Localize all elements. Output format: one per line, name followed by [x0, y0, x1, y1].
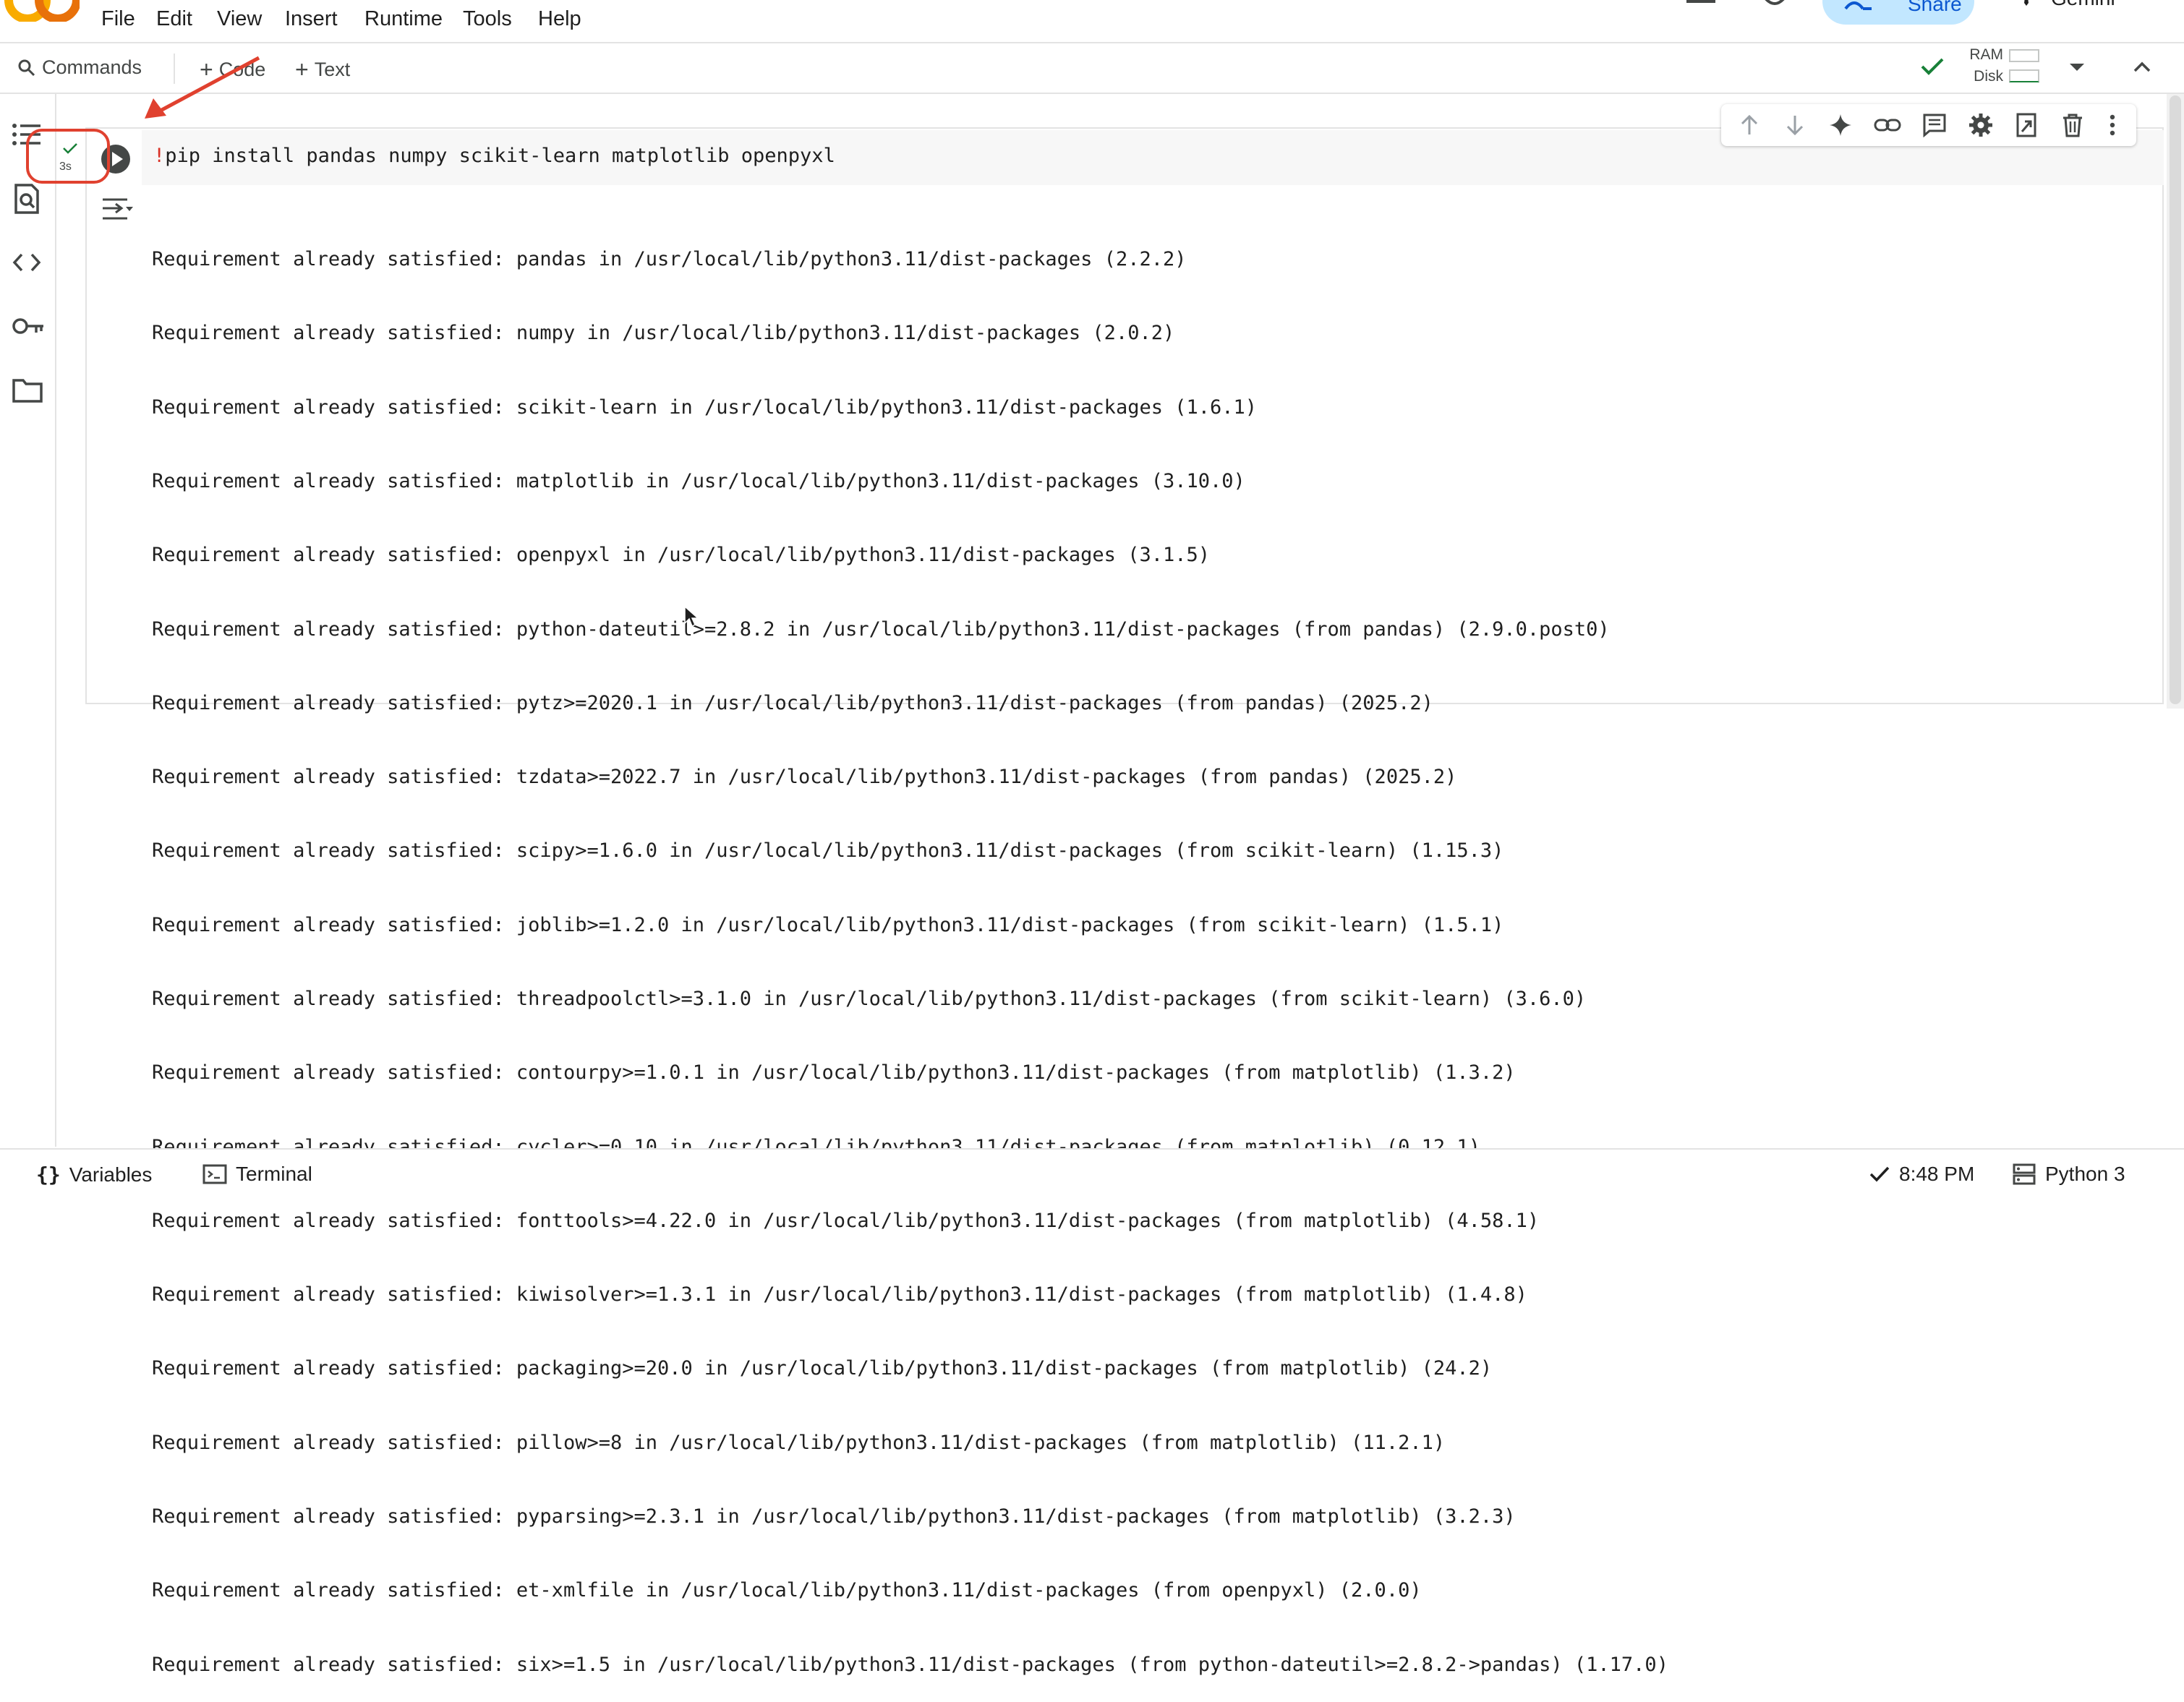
- output-line: Requirement already satisfied: pytz>=202…: [152, 691, 1433, 714]
- output-line: Requirement already satisfied: et-xmlfil…: [152, 1579, 1422, 1602]
- mirror-cell-icon[interactable]: [2015, 113, 2039, 137]
- move-up-icon[interactable]: [1737, 113, 1762, 137]
- disk-label: Disk: [1974, 68, 2003, 85]
- menu-file[interactable]: File: [101, 7, 135, 31]
- more-vert-icon[interactable]: [2105, 113, 2120, 137]
- code-snippets-icon[interactable]: [12, 252, 42, 273]
- connected-check-icon: [1919, 55, 1945, 78]
- output-line: Requirement already satisfied: openpyxl …: [152, 544, 1210, 567]
- variables-button[interactable]: {} Variables: [36, 1163, 152, 1186]
- text-label: Text: [314, 59, 351, 80]
- shell-bang: !: [153, 145, 166, 167]
- check-icon: [1869, 1166, 1890, 1182]
- output-line: Requirement already satisfied: threadpoo…: [152, 988, 1587, 1010]
- output-line: Requirement already satisfied: pyparsing…: [152, 1505, 1516, 1528]
- output-line: Requirement already satisfied: six>=1.5 …: [152, 1653, 1668, 1676]
- menu-help[interactable]: Help: [538, 7, 581, 31]
- commands-label: Commands: [42, 56, 142, 78]
- gemini-sparkle-icon[interactable]: [1828, 113, 1853, 137]
- left-sidebar: [0, 94, 56, 1147]
- settings-gear-icon[interactable]: [1759, 0, 1791, 10]
- code-text[interactable]: !pip install pandas numpy scikit-learn m…: [153, 145, 835, 167]
- terminal-button[interactable]: Terminal: [202, 1163, 312, 1186]
- terminal-icon: [202, 1164, 227, 1184]
- output-line: Requirement already satisfied: pandas in…: [152, 248, 1187, 271]
- cell-toolbar: [1721, 104, 2136, 146]
- gemini-sparkle-icon: [2024, 0, 2029, 6]
- output-line: Requirement already satisfied: scikit-le…: [152, 395, 1258, 419]
- mouse-cursor-icon: [684, 606, 700, 629]
- colab-logo[interactable]: [0, 0, 80, 22]
- menu-tools[interactable]: Tools: [463, 7, 512, 31]
- comment-icon[interactable]: [1922, 113, 1947, 137]
- share-button[interactable]: Share: [1822, 0, 1974, 25]
- output-line: Requirement already satisfied: tzdata>=2…: [152, 766, 1457, 789]
- collapse-chevron-icon[interactable]: [2132, 58, 2152, 75]
- link-icon[interactable]: [1874, 113, 1901, 137]
- move-down-icon[interactable]: [1783, 113, 1807, 137]
- share-person-icon: [1844, 1, 1872, 10]
- delete-icon[interactable]: [2060, 113, 2085, 137]
- output-line: Requirement already satisfied: joblib>=1…: [152, 913, 1504, 936]
- output-line: Requirement already satisfied: packaging…: [152, 1357, 1493, 1380]
- plus-icon: +: [295, 56, 309, 82]
- cell-output: Requirement already satisfied: pandas in…: [152, 198, 1668, 1702]
- output-line: Requirement already satisfied: numpy in …: [152, 322, 1175, 345]
- output-line: Requirement already satisfied: pillow>=8…: [152, 1431, 1446, 1454]
- kernel-label: Python 3: [2045, 1163, 2125, 1185]
- output-line: Requirement already satisfied: contourpy…: [152, 1061, 1516, 1085]
- add-text-button[interactable]: + Text: [295, 56, 350, 83]
- output-actions-icon[interactable]: [101, 197, 135, 223]
- comments-icon[interactable]: [1685, 0, 1717, 9]
- braces-icon: {}: [36, 1163, 61, 1186]
- status-bar: {} Variables Terminal 8:48 PM Python 3: [0, 1148, 2184, 1202]
- secrets-key-icon[interactable]: [12, 315, 45, 337]
- output-line: Requirement already satisfied: matplotli…: [152, 470, 1245, 493]
- menu-bar: File Edit View Insert Runtime Tools Help…: [0, 0, 2184, 43]
- output-line: Requirement already satisfied: scipy>=1.…: [152, 839, 1504, 863]
- menu-insert[interactable]: Insert: [285, 7, 338, 31]
- settings-icon[interactable]: [1968, 112, 1994, 138]
- last-run-status[interactable]: 8:48 PM: [1869, 1163, 1974, 1186]
- share-label: Share: [1908, 0, 1962, 15]
- menu-edit[interactable]: Edit: [156, 7, 192, 31]
- output-line: Requirement already satisfied: kiwisolve…: [152, 1283, 1527, 1307]
- folder-icon[interactable]: [12, 377, 43, 403]
- gemini-label: Gemini: [2051, 0, 2115, 10]
- find-replace-icon[interactable]: [12, 184, 42, 214]
- disk-usage-bar: [2009, 69, 2039, 82]
- menu-view[interactable]: View: [217, 7, 262, 31]
- server-icon: [2013, 1163, 2036, 1185]
- output-line: Requirement already satisfied: python-da…: [152, 617, 1610, 641]
- annotation-arrow: [137, 52, 268, 124]
- ram-label: RAM: [1969, 46, 2003, 63]
- kernel-status[interactable]: Python 3: [2012, 1163, 2125, 1186]
- output-line: Requirement already satisfied: fonttools…: [152, 1209, 1540, 1232]
- commands-button[interactable]: Commands: [17, 56, 142, 79]
- scrollbar-thumb[interactable]: [2170, 95, 2181, 704]
- ram-usage-bar: [2009, 49, 2039, 62]
- resources-dropdown-icon[interactable]: [2067, 59, 2087, 74]
- search-icon: [18, 59, 35, 76]
- code-command: pip install pandas numpy scikit-learn ma…: [165, 145, 835, 167]
- last-run-time: 8:48 PM: [1899, 1163, 1975, 1185]
- annotation-highlight-ring: [26, 129, 110, 184]
- terminal-label: Terminal: [236, 1163, 312, 1185]
- variables-label: Variables: [69, 1163, 153, 1186]
- menu-runtime[interactable]: Runtime: [364, 7, 443, 31]
- notebook-toolbar: Commands + Code + Text RAM Disk: [0, 45, 2184, 94]
